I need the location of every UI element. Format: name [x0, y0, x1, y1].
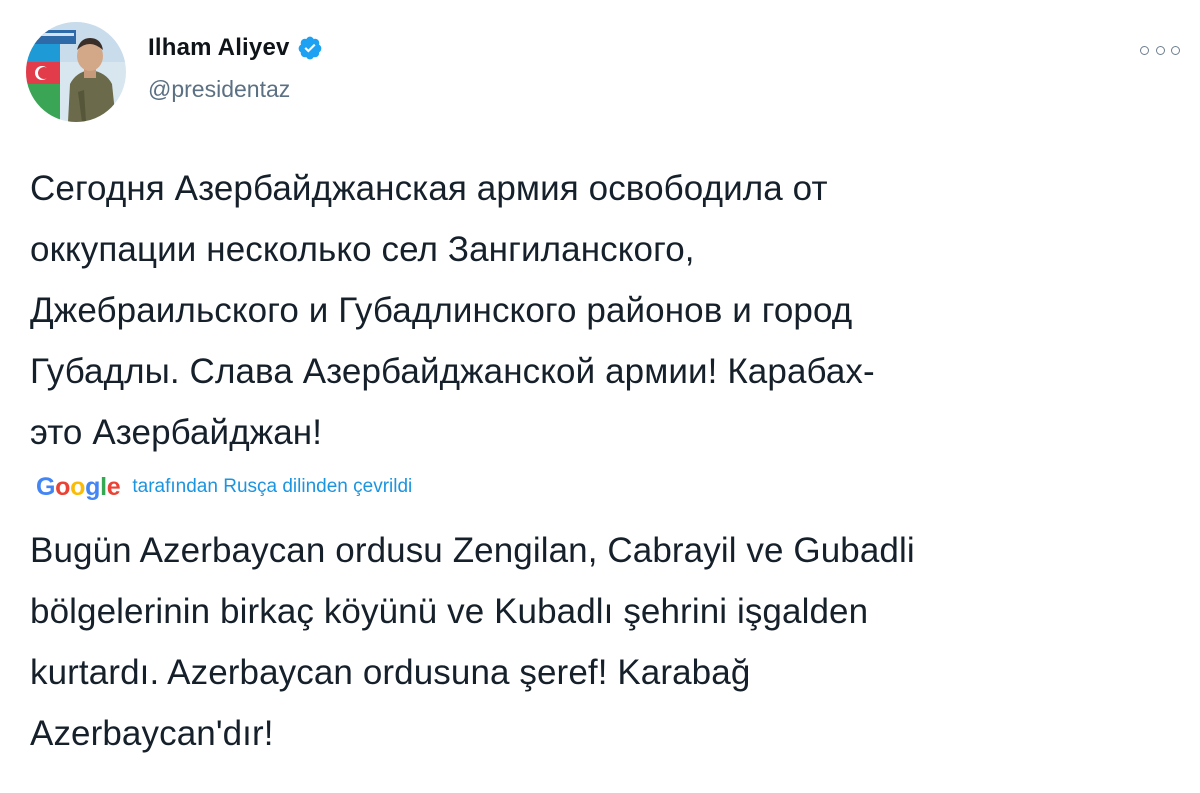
tweet-text-line: Губадлы. Слава Азербайджанской армии! Ка…: [30, 352, 875, 391]
tweet-text-line: Azerbaycan'dır!: [30, 714, 274, 753]
avatar[interactable]: [26, 22, 126, 122]
tweet-original-text: Сегодня Азербайджанская армия освободила…: [30, 158, 1170, 463]
more-dot-icon: [1171, 45, 1180, 55]
profile-photo-avatar-icon: [26, 22, 126, 122]
translation-attribution: Google tarafından Rusça dilinden çevrild…: [36, 470, 412, 504]
tweet-text-line: Сегодня Азербайджанская армия освободила…: [30, 169, 828, 208]
author-handle[interactable]: @presidentaz: [148, 76, 290, 103]
tweet-card: Ilham Aliyev @presidentaz Сегодня Азерба…: [0, 0, 1200, 793]
more-dot-icon: [1155, 45, 1165, 55]
tweet-text-line: Bugün Azerbaycan ordusu Zengilan, Cabray…: [30, 531, 915, 570]
author-display-name[interactable]: Ilham Aliyev: [148, 34, 290, 62]
google-logo: Google: [36, 472, 121, 501]
tweet-text-line: Джебраильского и Губадлинского районов и…: [30, 291, 853, 330]
tweet-text-line: kurtardı. Azerbaycan ordusuna şeref! Kar…: [30, 653, 751, 692]
more-dot-icon: [1140, 45, 1149, 55]
translation-label[interactable]: tarafından Rusça dilinden çevrildi: [132, 476, 412, 498]
tweet-translated-text: Bugün Azerbaycan ordusu Zengilan, Cabray…: [30, 520, 1170, 764]
verified-badge-icon: [297, 35, 323, 61]
tweet-text-line: оккупации несколько сел Зангиланского,: [30, 230, 695, 269]
more-options-button[interactable]: [1140, 40, 1180, 60]
author-name-row[interactable]: Ilham Aliyev: [148, 30, 323, 66]
tweet-text-line: это Азербайджан!: [30, 413, 323, 452]
tweet-text-line: bölgelerinin birkaç köyünü ve Kubadlı şe…: [30, 592, 869, 631]
